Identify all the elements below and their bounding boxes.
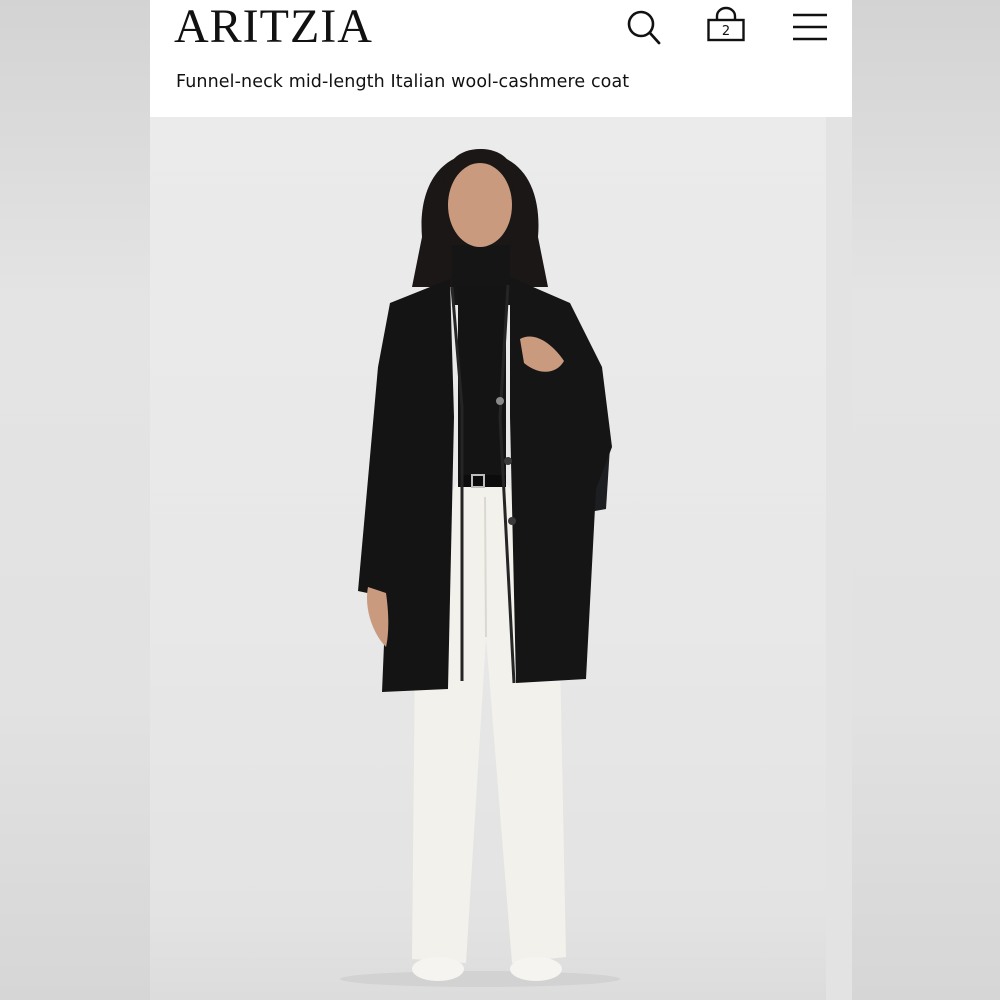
- model-photo: [340, 149, 620, 987]
- site-header: ARITZIA 2 Funnel-neck mid-length Italian…: [150, 0, 852, 117]
- product-title: Funnel-neck mid-length Italian wool-cash…: [176, 72, 630, 92]
- product-image[interactable]: [150, 117, 826, 1000]
- shopping-bag-button[interactable]: 2: [706, 4, 746, 48]
- bag-count-badge: 2: [721, 24, 731, 39]
- app-screen: ARITZIA 2 Funnel-neck mid-length Italian…: [150, 0, 852, 1000]
- hamburger-menu-icon: [793, 13, 827, 41]
- search-button[interactable]: [624, 4, 664, 48]
- search-icon: [627, 10, 661, 45]
- menu-button[interactable]: [790, 4, 830, 48]
- image-edge: [826, 117, 852, 1000]
- brand-logo[interactable]: ARITZIA: [174, 2, 373, 52]
